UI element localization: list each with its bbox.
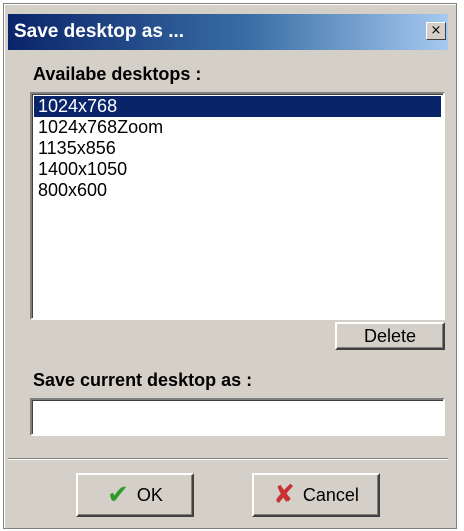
list-item[interactable]: 1400x1050 — [34, 159, 441, 180]
list-item[interactable]: 1024x768 — [34, 96, 441, 117]
delete-button-label: Delete — [363, 325, 417, 346]
divider — [8, 458, 448, 460]
desktop-listbox[interactable]: 1024x768 1024x768Zoom 1135x856 1400x1050… — [30, 92, 445, 320]
available-desktops-label: Availabe desktops : — [33, 64, 202, 84]
list-item[interactable]: 800x600 — [34, 180, 441, 201]
cancel-button-label: Cancel — [302, 484, 359, 505]
list-item[interactable]: 1024x768Zoom — [34, 117, 441, 138]
close-icon: × — [430, 23, 442, 38]
save-current-desktop-label: Save current desktop as : — [33, 370, 253, 390]
delete-button[interactable]: Delete — [335, 322, 445, 350]
window-title: Save desktop as ... — [14, 21, 185, 42]
list-item[interactable]: 1135x856 — [34, 138, 441, 159]
desktop-name-input[interactable] — [30, 398, 445, 436]
cancel-button[interactable]: ✘ Cancel — [252, 473, 380, 517]
x-icon: ✘ — [273, 480, 295, 510]
ok-button[interactable]: ✔ OK — [76, 473, 194, 517]
checkmark-icon: ✔ — [107, 480, 129, 510]
title-bar[interactable]: Save desktop as ... × — [8, 14, 448, 50]
close-button[interactable]: × — [426, 22, 446, 40]
ok-button-label: OK — [136, 484, 163, 505]
